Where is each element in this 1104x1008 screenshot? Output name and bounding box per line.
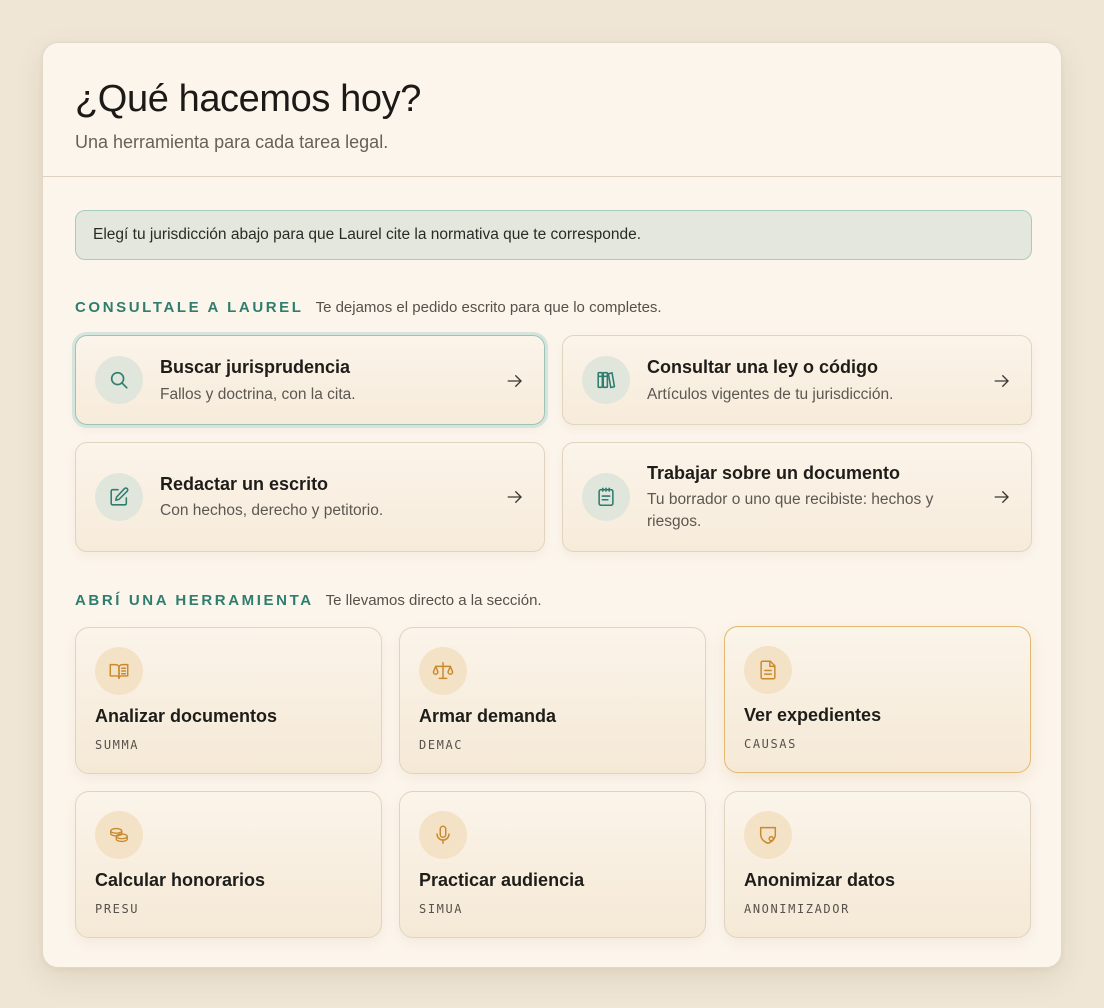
arrow-right-icon	[994, 375, 1009, 387]
ask-card-redactar-escrito[interactable]: Redactar un escrito Con hechos, derecho …	[75, 442, 545, 552]
books-icon	[582, 356, 630, 404]
tool-card-title: Ver expedientes	[744, 705, 882, 725]
search-icon	[95, 356, 143, 404]
shield-icon	[744, 811, 792, 859]
tool-card-ver-expedientes[interactable]: Ver expedientes CAUSAS	[724, 626, 1031, 773]
main-card: ¿Qué hacemos hoy? Una herramienta para c…	[42, 42, 1062, 968]
ask-section-label: CONSULTALE A LAUREL	[75, 299, 304, 316]
ask-card-buscar-jurisprudencia[interactable]: Buscar jurisprudencia Fallos y doctrina,…	[75, 335, 545, 425]
tool-card-code: SIMUA	[419, 902, 464, 916]
tool-card-anonimizar-datos[interactable]: Anonimizar datos ANONIMIZADOR	[724, 791, 1031, 938]
tool-card-code: CAUSAS	[744, 737, 797, 751]
ask-card-title: Consultar una ley o código	[647, 357, 879, 377]
ask-card-title: Redactar un escrito	[160, 474, 329, 494]
page-title: ¿Qué hacemos hoy?	[75, 78, 421, 120]
tool-card-title: Practicar audiencia	[419, 870, 585, 890]
tool-card-code: PRESU	[95, 902, 140, 916]
document-icon	[744, 646, 792, 694]
tools-section-label: ABRÍ UNA HERRAMIENTA	[75, 592, 314, 609]
page-subtitle: Una herramienta para cada tarea legal.	[75, 132, 389, 152]
arrow-right-icon	[507, 375, 522, 387]
tool-card-code: ANONIMIZADOR	[744, 902, 850, 916]
ask-card-subtitle: Artículos vigentes de tu jurisdicción.	[647, 386, 894, 403]
ask-card-title: Buscar jurisprudencia	[160, 357, 351, 377]
tool-card-practicar-audiencia[interactable]: Practicar audiencia SIMUA	[399, 791, 706, 938]
ask-card-trabajar-documento[interactable]: Trabajar sobre un documento Tu borrador …	[562, 442, 1032, 552]
tool-card-title: Anonimizar datos	[744, 870, 896, 890]
ask-card-subtitle: Con hechos, derecho y petitorio.	[160, 502, 384, 519]
ask-section-description: Te dejamos el pedido escrito para que lo…	[315, 299, 662, 316]
microphone-icon	[419, 811, 467, 859]
open-book-icon	[95, 647, 143, 695]
tool-card-title: Calcular honorarios	[95, 870, 266, 890]
pencil-icon	[95, 473, 143, 521]
ask-card-subtitle: Fallos y doctrina, con la cita.	[160, 386, 356, 403]
ask-card-title: Trabajar sobre un documento	[647, 463, 901, 483]
coins-icon	[95, 811, 143, 859]
tool-card-code: DEMAC	[419, 738, 464, 752]
tool-card-analizar-documentos[interactable]: Analizar documentos SUMMA	[75, 627, 382, 774]
ask-card-subtitle: Tu borrador o uno que recibiste: hechos …	[647, 491, 934, 530]
tools-section-header: ABRÍ UNA HERRAMIENTA Te llevamos directo…	[75, 592, 542, 609]
tool-card-title: Analizar documentos	[95, 706, 278, 726]
tool-card-code: SUMMA	[95, 738, 140, 752]
tool-card-title: Armar demanda	[419, 706, 557, 726]
scales-icon	[419, 647, 467, 695]
ask-section-header: CONSULTALE A LAUREL Te dejamos el pedido…	[75, 299, 662, 316]
tools-section-description: Te llevamos directo a la sección.	[325, 592, 542, 609]
arrow-right-icon	[994, 491, 1009, 503]
tool-card-calcular-honorarios[interactable]: Calcular honorarios PRESU	[75, 791, 382, 938]
jurisdiction-notice: Elegí tu jurisdicción abajo para que Lau…	[75, 210, 1032, 260]
tool-card-armar-demanda[interactable]: Armar demanda DEMAC	[399, 627, 706, 774]
notepad-icon	[582, 473, 630, 521]
page-header: ¿Qué hacemos hoy? Una herramienta para c…	[43, 43, 1061, 177]
ask-card-consultar-ley[interactable]: Consultar una ley o código Artículos vig…	[562, 335, 1032, 425]
arrow-right-icon	[507, 491, 522, 503]
